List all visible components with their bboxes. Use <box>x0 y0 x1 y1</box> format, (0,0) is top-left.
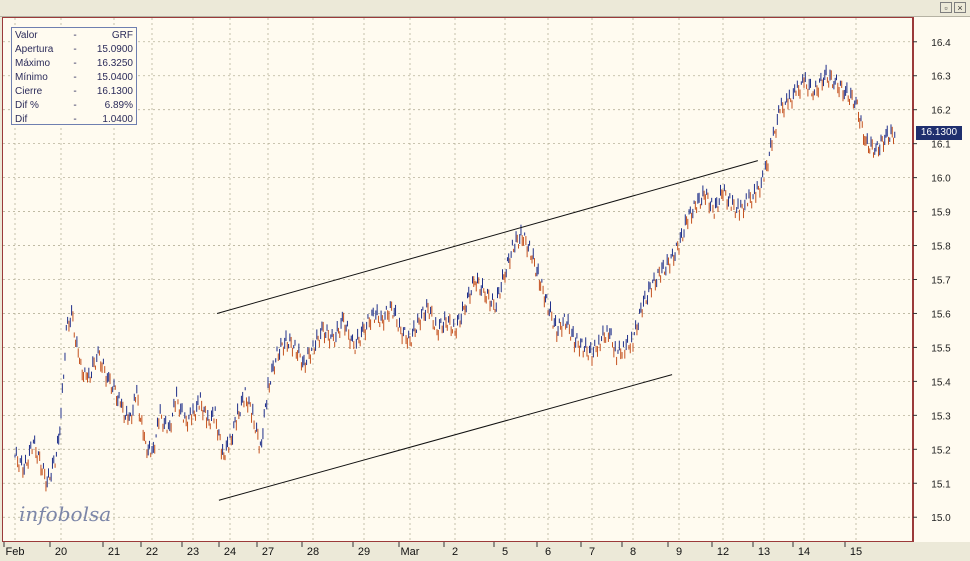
x-tick-label: 5 <box>502 546 508 558</box>
legend-dash: - <box>73 58 77 69</box>
trend-line <box>218 374 673 501</box>
y-tick-label: 16.0 <box>931 174 951 185</box>
x-tick-label: 8 <box>630 546 636 558</box>
x-tick-label: 13 <box>758 546 770 558</box>
last-price-marker: 16.1300 <box>916 126 962 141</box>
price-chart: 15.0 15.1 15.2 15.3 15.4 15.5 15.6 15.7 15.8 15.9… <box>3 18 951 558</box>
legend-value: 6.89% <box>104 100 133 111</box>
legend-key: Mínimo <box>15 72 48 83</box>
x-tick-label: 21 <box>108 546 120 558</box>
legend-value: 15.0400 <box>96 72 133 83</box>
x-tick-label: 6 <box>545 546 551 558</box>
legend-dash: - <box>73 72 77 83</box>
legend-row-cierre: Cierre - 16.1300 <box>15 85 133 99</box>
x-tick-label: Mar <box>401 546 420 558</box>
legend-key: Cierre <box>15 86 43 97</box>
legend-value: 15.0900 <box>96 44 133 55</box>
y-tick-label: 16.1 <box>931 140 951 151</box>
legend-row-valor: Valor - GRF <box>15 29 133 43</box>
y-tick-label: 15.8 <box>931 242 951 253</box>
x-tick-label: 9 <box>676 546 682 558</box>
y-tick-label: 15.4 <box>931 377 951 388</box>
legend-key: Dif <box>15 114 28 125</box>
y-tick-label: 16.2 <box>931 106 951 117</box>
x-tick-label: 12 <box>717 546 729 558</box>
legend-value: 1.0400 <box>102 114 133 125</box>
y-tick-label: 16.3 <box>931 72 951 83</box>
legend-key: Máximo <box>15 58 51 69</box>
legend-dash: - <box>73 86 77 97</box>
infobolsa-logo: infobolsa <box>19 502 112 526</box>
y-tick-label: 15.5 <box>931 343 951 354</box>
legend-row-dif-pct: Dif % - 6.89% <box>15 99 133 113</box>
x-tick-label: 15 <box>850 546 862 558</box>
y-tick-label: 15.9 <box>931 208 951 219</box>
legend-key: Apertura <box>15 44 54 55</box>
x-tick-label: Feb <box>6 546 25 558</box>
x-tick-label: 20 <box>55 546 67 558</box>
y-tick-label: 16.4 <box>931 38 951 49</box>
x-tick-label: 29 <box>358 546 370 558</box>
legend-dash: - <box>73 114 77 125</box>
y-tick-label: 15.1 <box>931 479 951 490</box>
legend-row-apertura: Apertura - 15.0900 <box>15 43 133 57</box>
legend-value: 16.1300 <box>96 86 133 97</box>
y-tick-label: 15.7 <box>931 276 951 287</box>
legend-row-maximo: Máximo - 16.3250 <box>15 57 133 71</box>
y-tick-label: 15.2 <box>931 445 951 456</box>
legend-dash: - <box>73 44 77 55</box>
x-tick-label: 22 <box>146 546 158 558</box>
x-tick-label: 27 <box>262 546 274 558</box>
legend-value: GRF <box>111 30 133 41</box>
quote-legend: Valor - GRF Apertura - 15.0900 Máximo - 16.325… <box>11 27 137 125</box>
y-tick-label: 15.3 <box>931 411 951 422</box>
y-tick-label: 15.6 <box>931 309 951 320</box>
x-tick-label: 2 <box>452 546 458 558</box>
chart-window: ▫ × 15.0 15.1 15.2 15.3 15.4 15.5 15.6 15.7 15.8… <box>0 0 970 561</box>
x-tick-label: 24 <box>224 546 236 558</box>
x-tick-label: 14 <box>798 546 810 558</box>
legend-key: Dif % <box>15 100 39 111</box>
legend-row-minimo: Mínimo - 15.0400 <box>15 71 133 85</box>
legend-dash: - <box>73 30 77 41</box>
x-tick-label: 28 <box>307 546 319 558</box>
legend-row-dif: Dif - 1.0400 <box>15 113 133 127</box>
legend-value: 16.3250 <box>96 58 133 69</box>
x-tick-label: 7 <box>589 546 595 558</box>
legend-dash: - <box>73 100 77 111</box>
y-tick-label: 15.0 <box>931 513 951 524</box>
legend-key: Valor <box>15 30 38 41</box>
x-tick-label: 23 <box>187 546 199 558</box>
